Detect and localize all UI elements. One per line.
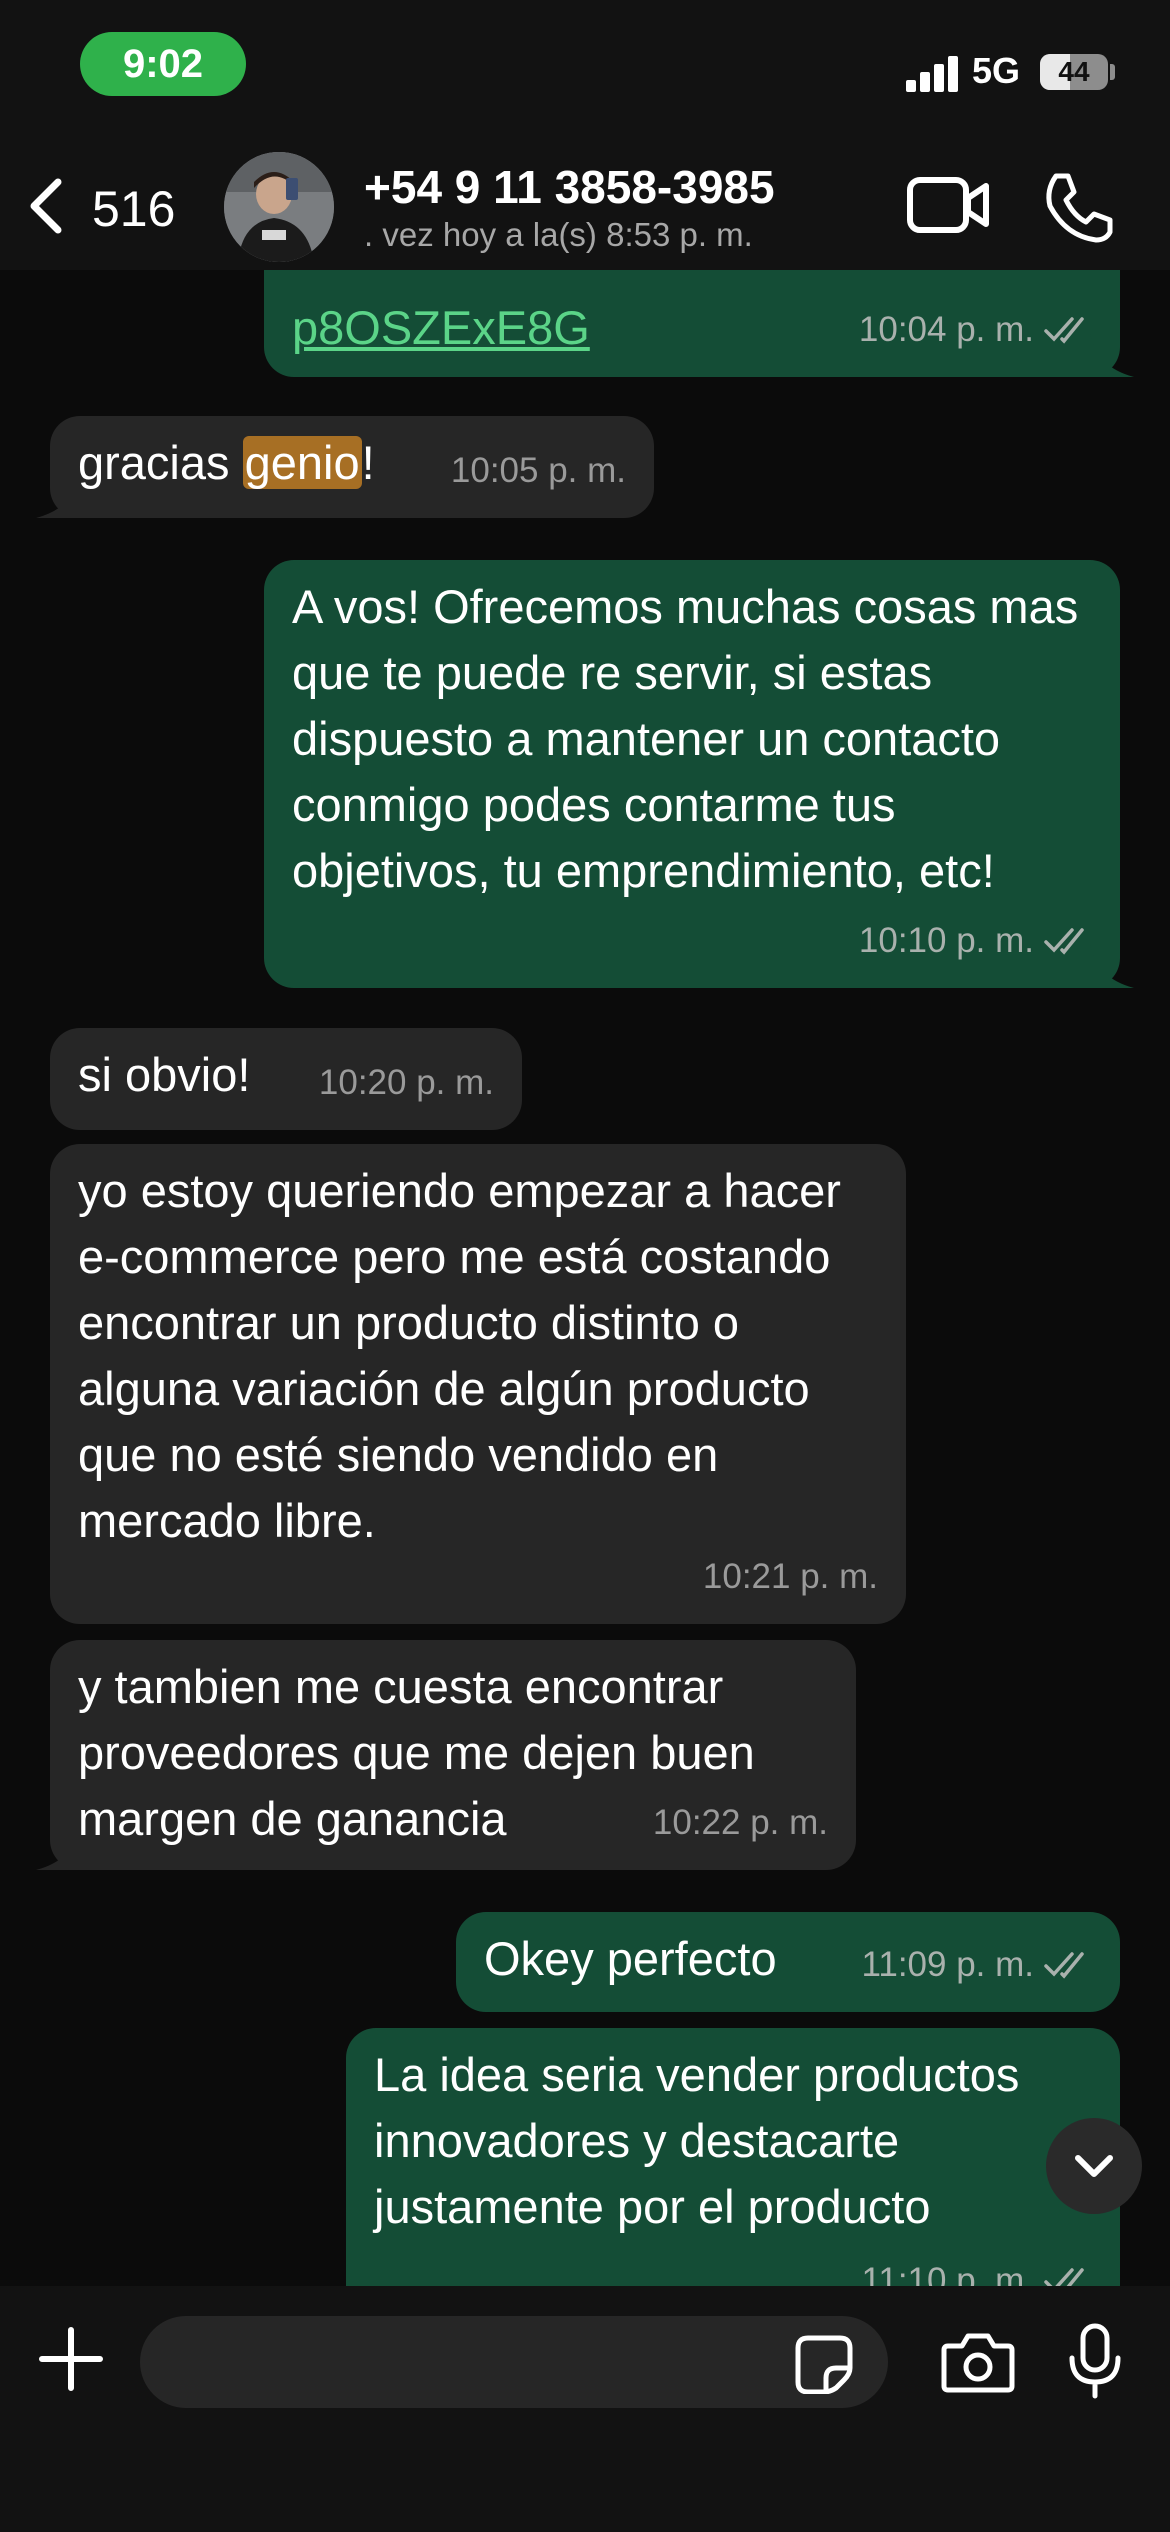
contact-name[interactable]: +54 9 11 3858-3985 <box>364 160 775 214</box>
bubble-tail <box>1090 944 1134 988</box>
composer-bar <box>0 2286 1170 2532</box>
cellular-signal-icon <box>906 56 960 92</box>
avatar-photo-icon <box>224 152 334 262</box>
message-link[interactable]: p8OSZExE8G <box>292 301 590 354</box>
status-bar: 9:02 5G 44 <box>0 0 1170 130</box>
message-time: 11:09 p. m. <box>861 1945 1034 1984</box>
contact-avatar[interactable] <box>224 152 334 262</box>
bubble-tail <box>36 474 80 518</box>
message-text: A vos! Ofrecemos muchas cosas mas que te… <box>292 580 1079 897</box>
microphone-icon <box>1069 2323 1121 2399</box>
unread-count: 516 <box>92 181 176 237</box>
message-bubble-outgoing[interactable]: La idea seria vender productos innovador… <box>346 2028 1120 2328</box>
message-time: 10:22 p. m. <box>652 1803 828 1842</box>
video-camera-icon <box>907 177 989 233</box>
battery-tip <box>1110 64 1115 80</box>
message-bubble-outgoing[interactable]: Okey perfecto 11:09 p. m. <box>456 1912 1120 2012</box>
message-time: 10:21 p. m. <box>702 1557 878 1596</box>
message-bubble-incoming[interactable]: y tambien me cuesta encontrar proveedore… <box>36 1640 856 1870</box>
double-check-icon <box>1044 317 1084 344</box>
battery-icon: 44 <box>1040 54 1108 90</box>
sticker-icon <box>795 2335 853 2395</box>
double-check-icon <box>1044 928 1084 955</box>
status-time: 9:02 <box>80 32 246 96</box>
message-meta: 10:21 p. m. <box>703 1544 878 1610</box>
video-call-button[interactable] <box>906 172 990 238</box>
battery-level: 44 <box>1058 56 1090 87</box>
camera-icon <box>941 2333 1015 2393</box>
message-bubble-outgoing[interactable]: A vos! Ofrecemos muchas cosas mas que te… <box>264 560 1134 988</box>
message-text: yo estoy queriendo empezar a hacer e-com… <box>78 1164 841 1547</box>
network-type: 5G <box>972 50 1021 91</box>
plus-icon <box>39 2327 103 2391</box>
message-bubble-incoming[interactable]: gracias genio! 10:05 p. m. <box>36 416 654 518</box>
double-check-icon <box>1044 1952 1084 1979</box>
message-meta: 10:22 p. m. <box>653 1790 828 1856</box>
message-bubble-incoming[interactable]: si obvio! 10:20 p. m. <box>50 1028 522 1130</box>
bubble-tail <box>1090 333 1134 377</box>
chevron-down-icon <box>1075 2155 1113 2177</box>
search-highlight: genio <box>242 436 362 489</box>
message-meta: 10:20 p. m. <box>319 1050 494 1116</box>
message-bubble-incoming[interactable]: yo estoy queriendo empezar a hacer e-com… <box>50 1144 906 1624</box>
chat-screen: 9:02 5G 44 516 +54 9 11 3858-3985 . vez … <box>0 0 1170 2532</box>
message-text: La idea seria vender productos innovador… <box>374 2048 1020 2233</box>
message-time: 10:05 p. m. <box>450 451 626 490</box>
chevron-left-icon <box>30 178 62 234</box>
message-time: 10:20 p. m. <box>318 1063 494 1102</box>
message-time: 10:10 p. m. <box>858 921 1034 960</box>
message-time: 10:04 p. m. <box>858 310 1034 349</box>
attach-button[interactable] <box>36 2324 106 2394</box>
back-button[interactable]: 516 <box>20 170 190 240</box>
scroll-to-bottom-button[interactable] <box>1046 2118 1142 2214</box>
message-text-part: ! <box>361 436 375 489</box>
message-input[interactable] <box>140 2316 888 2408</box>
chat-header: 516 +54 9 11 3858-3985 . vez hoy a la(s)… <box>0 130 1170 270</box>
message-meta: 10:05 p. m. <box>451 438 626 504</box>
contact-last-seen: . vez hoy a la(s) 8:53 p. m. <box>364 216 753 253</box>
message-meta: 10:10 p. m. <box>859 908 1092 974</box>
message-meta: 11:09 p. m. <box>861 1932 1092 1998</box>
sticker-button[interactable] <box>794 2334 854 2395</box>
message-meta: 10:04 p. m. <box>859 297 1092 363</box>
voice-call-button[interactable] <box>1040 170 1116 246</box>
bubble-tail <box>36 1826 80 1870</box>
phone-icon <box>1046 173 1113 243</box>
message-text-part: gracias <box>78 436 243 489</box>
camera-button[interactable] <box>940 2330 1016 2394</box>
voice-message-button[interactable] <box>1066 2322 1124 2402</box>
